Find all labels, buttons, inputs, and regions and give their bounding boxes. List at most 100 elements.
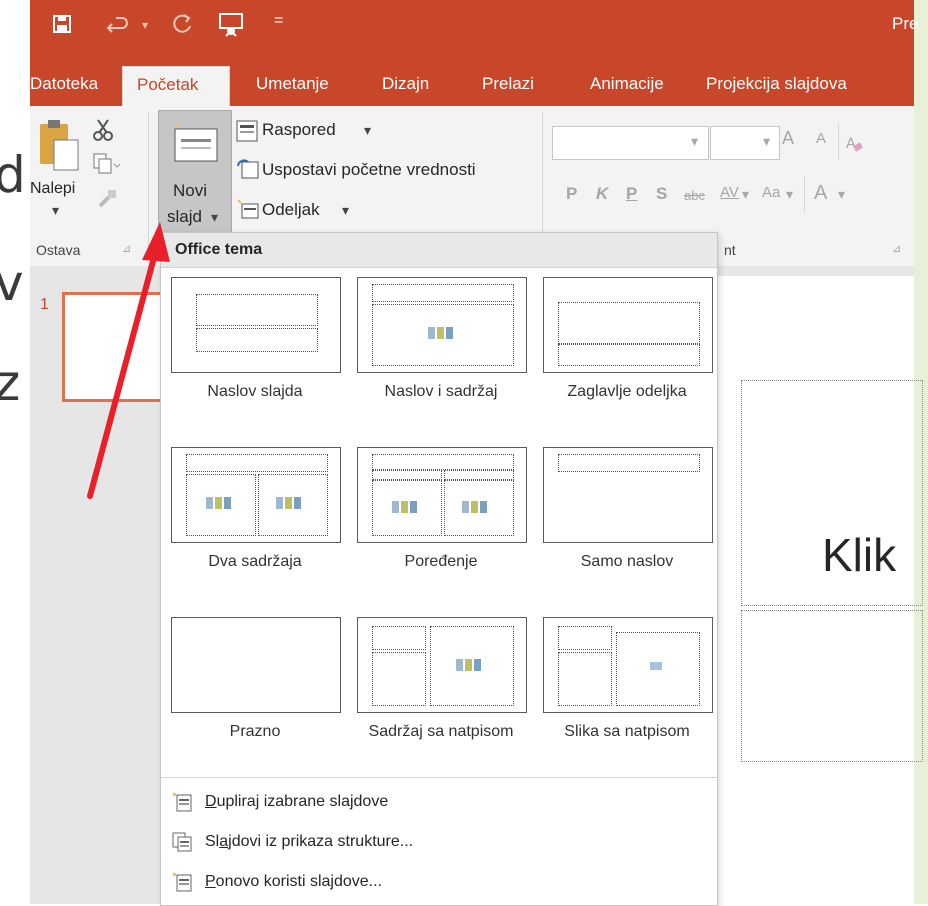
duplicate-slides-label: upliraj izabrane slajdove — [216, 793, 389, 811]
duplicate-slides-item[interactable]: Dupliraj izabrane slajdove — [171, 791, 388, 813]
layout-option-two-content[interactable]: Dva sadržaja — [171, 447, 341, 570]
change-case-button[interactable]: Aa — [762, 184, 780, 201]
slides-from-outline-hotkey: a — [219, 833, 229, 851]
slides-from-outline-icon — [172, 832, 192, 852]
section-dropdown-icon[interactable]: ▾ — [342, 202, 349, 219]
content-icons — [276, 494, 306, 512]
bold-button[interactable]: P — [566, 184, 577, 204]
character-spacing-dropdown-icon[interactable]: ▾ — [742, 186, 749, 203]
reuse-slides-item[interactable]: Ponovo koristi slajdove... — [171, 871, 382, 893]
clipboard-launcher-icon[interactable]: ⊿ — [122, 242, 131, 255]
layout-button[interactable]: Raspored — [262, 120, 336, 140]
undo-dropdown-icon[interactable]: ▾ — [142, 18, 148, 32]
layout-label: Samo naslov — [580, 553, 674, 570]
strikethrough-button[interactable]: abc — [684, 188, 705, 203]
new-slide-icon — [174, 123, 218, 162]
background-letter: v — [0, 258, 24, 308]
undo-icon[interactable] — [106, 14, 130, 38]
tab-home[interactable]: Početak — [122, 66, 230, 107]
customize-quick-access-icon[interactable]: = — [274, 12, 283, 30]
picture-icon — [650, 662, 662, 670]
copy-icon[interactable] — [92, 152, 120, 176]
font-name-dropdown-icon[interactable]: ▾ — [691, 133, 698, 150]
layout-label: Naslov slajda — [207, 383, 303, 400]
tab-design[interactable]: Dizajn — [382, 74, 429, 94]
layout-option-picture-with-caption[interactable]: Slika sa natpisom — [543, 617, 713, 740]
format-painter-icon[interactable] — [96, 186, 120, 210]
reuse-slides-label: onovo koristi slajdove... — [215, 873, 382, 891]
layout-thumbnail — [543, 447, 713, 543]
font-color-button[interactable]: A — [814, 182, 827, 205]
layout-label: Poređenje — [404, 553, 478, 570]
font-name-combobox[interactable]: ▾ — [552, 126, 709, 160]
group-divider — [148, 112, 149, 260]
background-letter: d — [0, 150, 26, 200]
clear-formatting-icon[interactable]: A — [844, 132, 866, 154]
reset-button[interactable]: Uspostavi početne vrednosti — [262, 160, 476, 180]
tab-home-label: Početak — [137, 75, 199, 94]
font-launcher-icon[interactable]: ⊿ — [892, 242, 901, 255]
tab-slideshow[interactable]: Projekcija slajdova — [706, 74, 847, 94]
layout-option-title-slide[interactable]: Naslov slajda — [171, 277, 341, 400]
reuse-slides-hotkey: P — [205, 873, 216, 891]
grow-font-button[interactable]: A — [782, 128, 794, 149]
underline-button[interactable]: P — [626, 184, 637, 204]
layout-option-section-header[interactable]: Zaglavlje odeljka — [543, 277, 713, 400]
italic-button[interactable]: K — [596, 184, 608, 204]
shrink-font-button[interactable]: A — [816, 130, 826, 147]
layout-thumbnail — [357, 277, 527, 373]
layout-thumbnail — [357, 617, 527, 713]
shadow-button[interactable]: S — [656, 184, 667, 204]
ribbon-tabs: Datoteka Početak Umetanje Dizajn Prelazi… — [30, 62, 914, 107]
tab-file[interactable]: Datoteka — [30, 74, 98, 94]
change-case-dropdown-icon[interactable]: ▾ — [786, 186, 793, 203]
section-button[interactable]: Odeljak — [262, 200, 320, 220]
divider — [838, 124, 839, 160]
new-slide-button[interactable]: Novi slajd ▾ — [158, 110, 232, 236]
new-slide-label-line2: slajd — [167, 207, 202, 226]
paste-icon[interactable] — [38, 118, 82, 178]
slides-from-outline-item[interactable]: Slajdovi iz prikaza strukture... — [171, 831, 413, 853]
layout-thumbnail — [543, 617, 713, 713]
layout-label: Prazno — [229, 723, 281, 740]
layout-option-comparison[interactable]: Poređenje — [357, 447, 527, 570]
content-icons — [456, 656, 486, 674]
slides-from-outline-label-start: Sl — [205, 833, 220, 851]
layout-option-content-with-caption[interactable]: Sadržaj sa natpisom — [357, 617, 527, 740]
layout-label: Zaglavlje odeljka — [567, 383, 687, 400]
font-size-combobox[interactable]: ▾ — [710, 126, 780, 160]
svg-text:A: A — [846, 136, 856, 152]
layout-option-title-content[interactable]: Naslov i sadržaj — [357, 277, 527, 400]
content-icons — [428, 324, 458, 342]
duplicate-slides-hotkey: D — [205, 793, 217, 811]
save-icon[interactable] — [52, 14, 72, 34]
layout-option-title-only[interactable]: Samo naslov — [543, 447, 713, 570]
tab-animations[interactable]: Animacije — [590, 74, 664, 94]
character-spacing-button[interactable]: AV — [720, 184, 739, 201]
redo-icon[interactable] — [170, 12, 194, 36]
font-size-dropdown-icon[interactable]: ▾ — [763, 133, 770, 150]
new-slide-dropdown-icon: ▾ — [211, 209, 219, 225]
layout-thumbnail — [171, 277, 341, 373]
subtitle-placeholder[interactable] — [741, 610, 923, 762]
cut-icon[interactable] — [92, 118, 114, 142]
tab-transitions[interactable]: Prelazi — [482, 74, 534, 94]
reset-icon — [237, 159, 259, 179]
title-bar: ▾ = Pre — [30, 0, 918, 62]
layout-option-blank[interactable]: Prazno — [171, 617, 341, 740]
content-icons — [462, 498, 492, 516]
paste-dropdown-icon[interactable]: ▾ — [52, 202, 59, 219]
layout-label: Dva sadržaja — [208, 553, 302, 570]
title-placeholder-text: Klik — [822, 529, 897, 581]
layout-dropdown-icon[interactable]: ▾ — [364, 122, 371, 139]
new-slide-gallery: Office tema Naslov slajda Naslov i sadrž… — [160, 232, 718, 906]
start-slideshow-icon[interactable] — [218, 12, 244, 38]
gallery-header-label: Office tema — [175, 241, 263, 258]
background-slide-edge: d v z — [0, 0, 30, 904]
tab-insert[interactable]: Umetanje — [256, 74, 329, 94]
layout-thumbnail — [171, 447, 341, 543]
font-color-dropdown-icon[interactable]: ▾ — [838, 186, 845, 203]
paste-label[interactable]: Nalepi — [30, 180, 75, 198]
menu-divider — [161, 777, 717, 778]
layout-label: Sadržaj sa natpisom — [368, 723, 514, 740]
